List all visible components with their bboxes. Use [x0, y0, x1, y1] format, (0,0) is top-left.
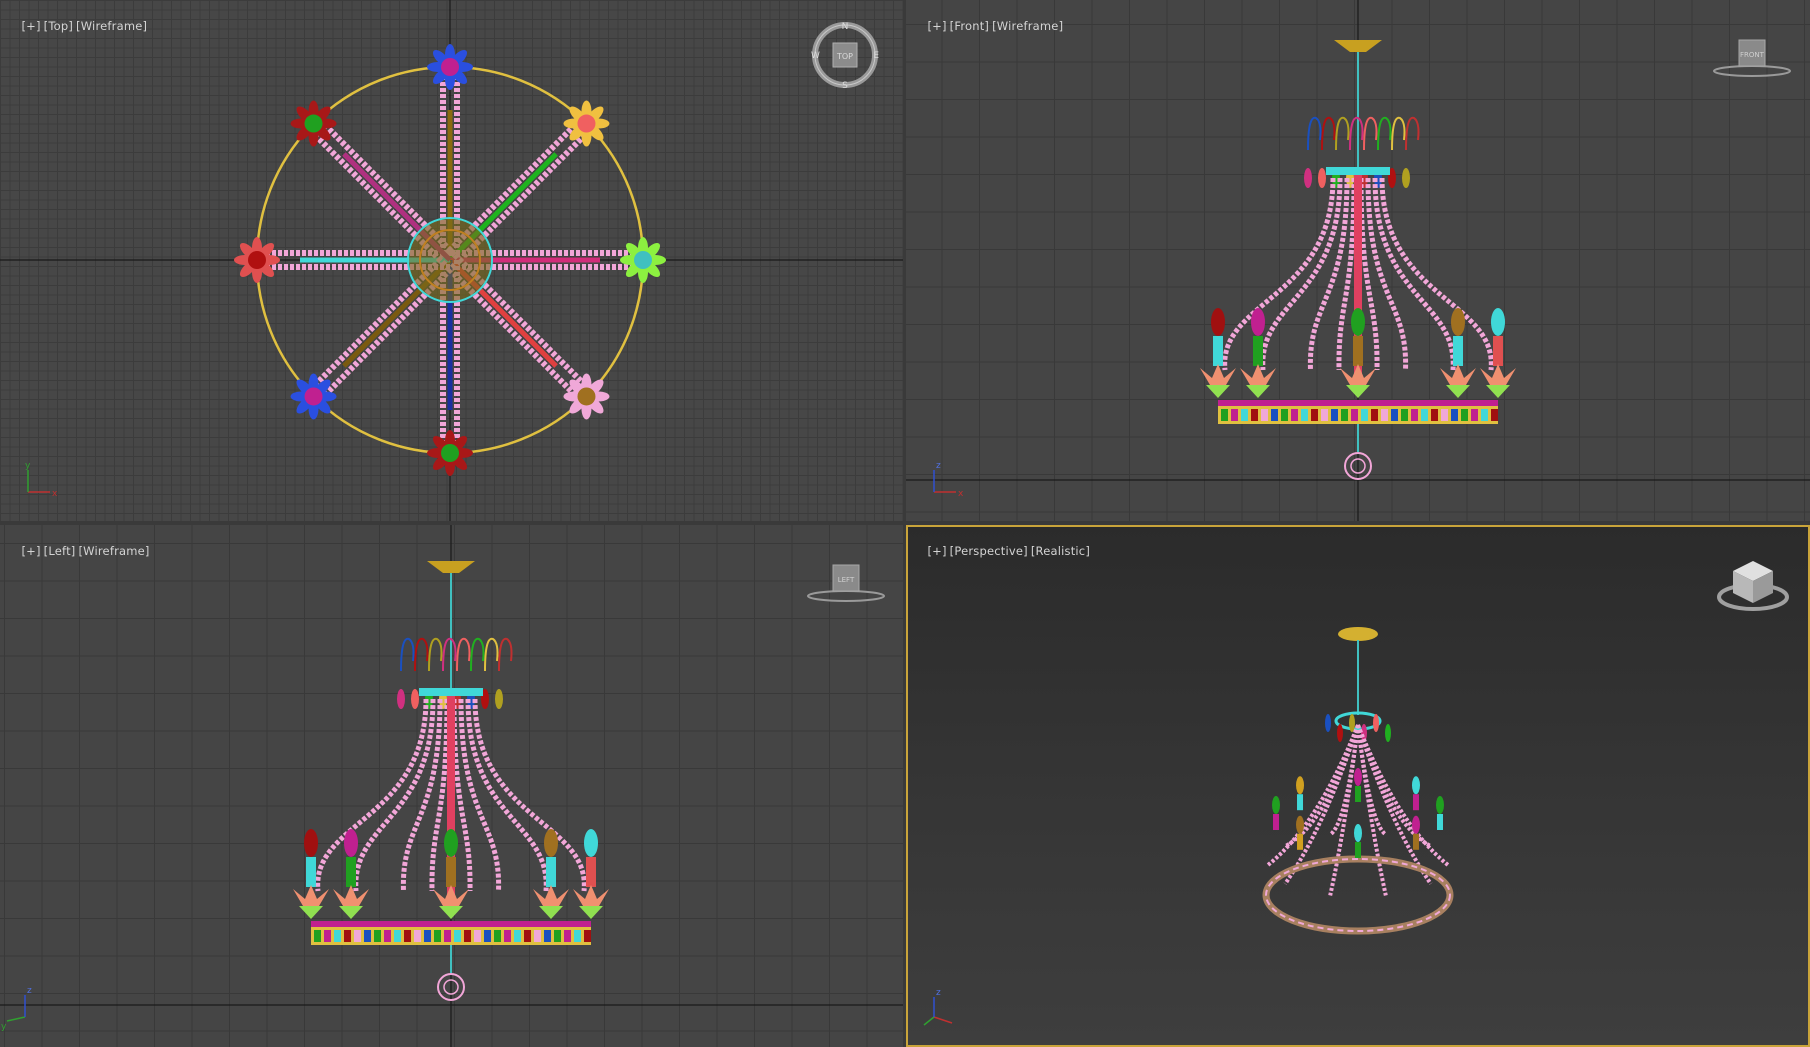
svg-text:z: z: [936, 988, 941, 998]
axis-tripod-icon: x y: [25, 461, 58, 499]
svg-text:z: z: [936, 461, 941, 471]
svg-text:x: x: [52, 489, 58, 499]
viewport-perspective[interactable]: [+] [Perspective] [Realistic] z: [906, 525, 1810, 1047]
svg-text:FRONT: FRONT: [1740, 51, 1765, 59]
svg-text:E: E: [873, 51, 879, 61]
viewcube-icon[interactable]: [1716, 557, 1791, 617]
svg-text:y: y: [1, 1022, 7, 1032]
svg-text:y: y: [25, 461, 31, 471]
svg-text:W: W: [811, 51, 820, 61]
left-view-scene: y z: [0, 525, 903, 1047]
viewcube-icon[interactable]: LEFT: [806, 563, 886, 608]
chandelier-left-model: [293, 561, 609, 1001]
svg-text:z: z: [27, 986, 32, 996]
chandelier-perspective-model: [1262, 627, 1454, 935]
svg-text:S: S: [842, 81, 848, 90]
chandelier-front-model: [1200, 40, 1516, 480]
axis-tripod-icon: z: [923, 988, 953, 1026]
axis-tripod-icon: y z: [1, 986, 32, 1032]
perspective-scene: z: [923, 627, 1454, 1026]
viewport-top[interactable]: [+] [Top] [Wireframe] x y TOP N S E W: [0, 0, 903, 521]
viewport-left[interactable]: [+] [Left] [Wireframe] y z LEFT: [0, 525, 903, 1047]
top-view-scene: x y: [0, 0, 903, 521]
svg-text:TOP: TOP: [836, 52, 853, 61]
svg-text:N: N: [842, 22, 849, 32]
viewport-front[interactable]: [+] [Front] [Wireframe] x z FRONT: [906, 0, 1810, 521]
svg-text:LEFT: LEFT: [838, 576, 855, 584]
svg-text:x: x: [958, 489, 964, 499]
compass-icon[interactable]: TOP N S E W: [810, 20, 880, 90]
front-view-scene: x z: [906, 0, 1810, 521]
viewcube-icon[interactable]: FRONT: [1712, 38, 1792, 83]
